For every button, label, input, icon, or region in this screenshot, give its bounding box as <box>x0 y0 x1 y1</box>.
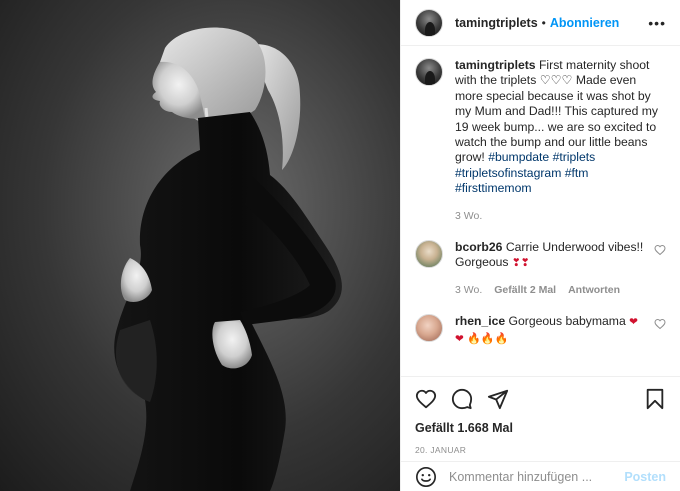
comment-username[interactable]: bcorb26 <box>455 240 502 254</box>
comments-list[interactable]: tamingtriplets First maternity shoot wit… <box>415 58 666 378</box>
post-date[interactable]: 20. Januar <box>415 445 666 455</box>
caption-username[interactable]: tamingtriplets <box>455 58 536 72</box>
maternity-photo-illustration <box>114 27 342 491</box>
comment-likes[interactable]: Gefällt 2 Mal <box>494 283 556 298</box>
commenter-avatar[interactable] <box>415 240 443 269</box>
comment-icon[interactable] <box>451 388 473 410</box>
caption: tamingtriplets First maternity shoot wit… <box>415 58 666 224</box>
bookmark-icon[interactable] <box>644 388 666 410</box>
comment-heart-emoji-2: ❤ <box>455 332 464 345</box>
comment-emoji: ❣❣ <box>511 257 530 270</box>
comment-item: bcorb26 Carrie Underwood vibes!! Gorgeou… <box>415 240 666 298</box>
author-username[interactable]: tamingtriplets <box>455 16 538 30</box>
post-header: tamingtriplets • Abonnieren ••• <box>401 0 680 46</box>
post-actions: Gefällt 1.668 Mal 20. Januar <box>401 376 680 469</box>
caption-avatar[interactable] <box>415 58 443 86</box>
post-photo[interactable] <box>0 0 400 491</box>
post-side-panel: tamingtriplets • Abonnieren ••• tamingtr… <box>400 0 680 491</box>
comment-like-heart-icon[interactable] <box>654 318 666 330</box>
comment-input[interactable] <box>449 469 625 484</box>
comment-item: rhen_ice Gorgeous babymama ❤ ❤ 🔥🔥🔥 <box>415 314 666 347</box>
follow-button[interactable]: Abonnieren <box>550 16 619 30</box>
commenter-avatar[interactable] <box>415 314 443 343</box>
heart-icon[interactable] <box>415 388 437 410</box>
caption-time[interactable]: 3 Wo. <box>455 209 482 224</box>
post-comment-button[interactable]: Posten <box>624 470 666 484</box>
author-avatar[interactable] <box>415 8 443 37</box>
comment-like-heart-icon[interactable] <box>654 244 666 256</box>
comment-heart-emoji: ❤ <box>629 316 638 329</box>
emoji-icon[interactable] <box>415 466 437 488</box>
reply-button[interactable]: Antworten <box>568 283 620 298</box>
comment-time[interactable]: 3 Wo. <box>455 283 482 298</box>
comment-text: Gorgeous babymama <box>508 314 626 329</box>
likes-count[interactable]: Gefällt 1.668 Mal <box>415 421 666 435</box>
more-options-icon[interactable]: ••• <box>648 16 666 30</box>
header-separator: • <box>541 15 546 30</box>
comment-fire-emoji: 🔥🔥🔥 <box>467 332 509 345</box>
share-icon[interactable] <box>487 388 509 410</box>
add-comment-bar: Posten <box>401 461 680 491</box>
comment-username[interactable]: rhen_ice <box>455 314 505 328</box>
caption-hearts: ♡♡♡ <box>539 73 573 88</box>
